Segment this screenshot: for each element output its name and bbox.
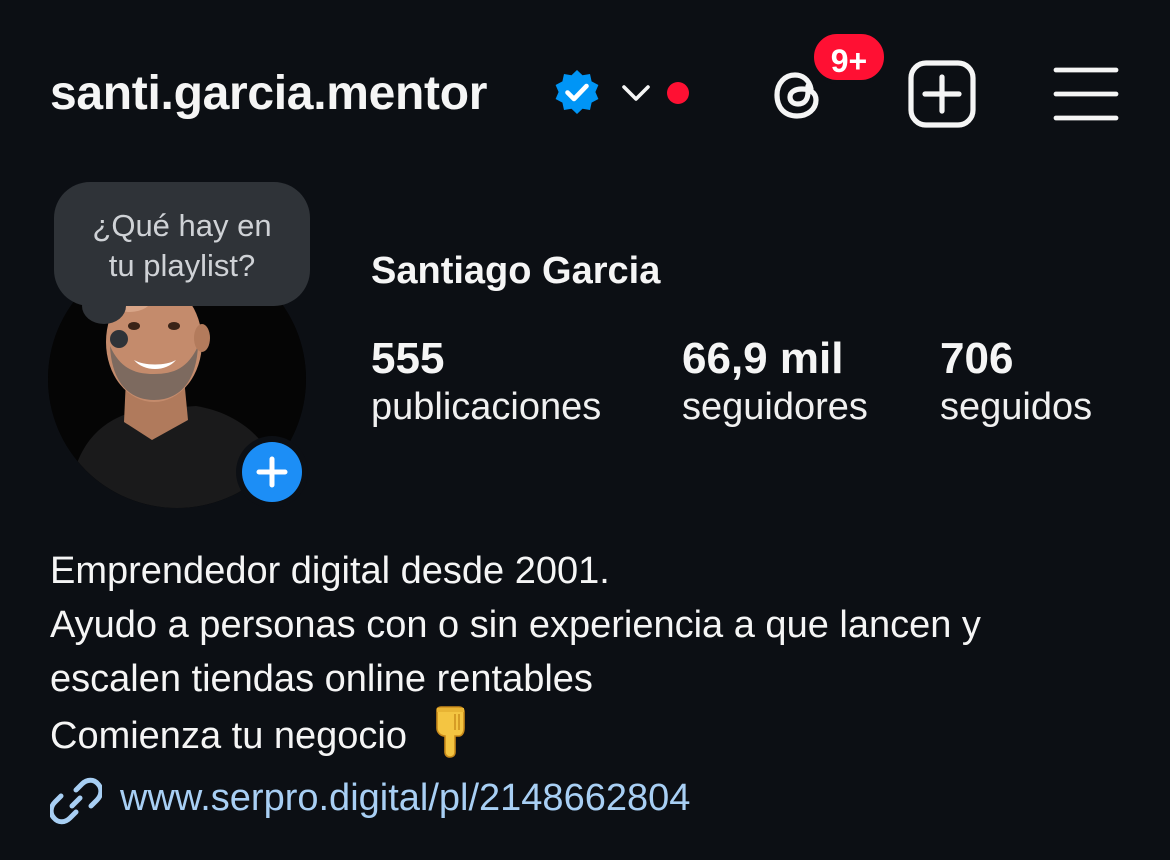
- note-text-line1: ¿Qué hay en: [92, 208, 272, 243]
- bio-line: Ayudo a personas con o sin experiencia a…: [50, 604, 981, 646]
- profile-display-name: Santiago Garcia: [371, 250, 661, 292]
- following-count: 706: [940, 334, 1014, 383]
- note-bubble[interactable]: ¿Qué hay en tu playlist?: [54, 182, 310, 306]
- followers-label: seguidores: [682, 386, 868, 428]
- posts-label: publicaciones: [371, 386, 602, 428]
- verified-badge-icon: [555, 70, 599, 114]
- plus-icon: [256, 456, 288, 488]
- posts-stat[interactable]: 555 publicaciones: [371, 334, 601, 430]
- plus-square-icon[interactable]: [906, 58, 978, 130]
- note-bubble-tail-dot: [110, 330, 128, 348]
- profile-bio: Emprendedor digital desde 2001. Ayudo a …: [50, 544, 981, 763]
- add-story-button[interactable]: [236, 436, 308, 508]
- bio-line: escalen tiendas online rentables: [50, 658, 593, 700]
- note-text-line2: tu playlist?: [108, 248, 256, 283]
- profile-link[interactable]: www.serpro.digital/pl/2148662804: [120, 774, 690, 822]
- followers-stat[interactable]: 66,9 mil seguidores: [682, 334, 868, 430]
- chevron-down-icon[interactable]: [620, 82, 652, 104]
- following-stat[interactable]: 706 seguidos: [940, 334, 1092, 430]
- hamburger-menu-icon[interactable]: [1052, 66, 1120, 122]
- bio-line: Comienza tu negocio: [50, 715, 407, 757]
- bio-line: Emprendedor digital desde 2001.: [50, 550, 610, 592]
- bio-line-cta: Comienza tu negocio: [50, 706, 981, 763]
- backhand-index-pointing-down-emoji: [436, 706, 465, 758]
- following-label: seguidos: [940, 386, 1093, 428]
- profile-username[interactable]: santi.garcia.mentor: [50, 66, 487, 122]
- threads-notification-badge: 9+: [810, 30, 888, 84]
- posts-count: 555: [371, 334, 445, 383]
- link-icon: [50, 777, 102, 825]
- notification-dot: [667, 82, 689, 104]
- followers-count: 66,9 mil: [682, 334, 844, 383]
